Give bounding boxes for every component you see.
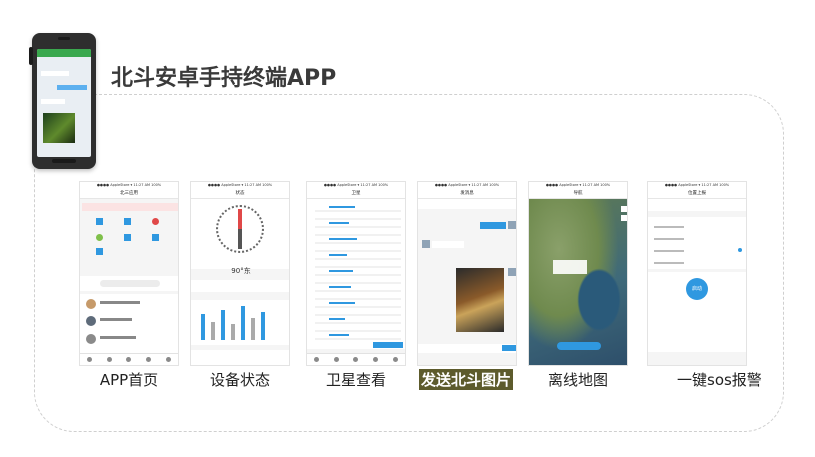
card-header: 状态 bbox=[191, 189, 289, 199]
card-header: 北三应用 bbox=[80, 189, 178, 199]
compass-heading: 90°东 bbox=[231, 267, 251, 275]
caption-satellite-view: 卫星查看 bbox=[325, 371, 386, 389]
card-header: 发消息 bbox=[418, 189, 516, 199]
start-button[interactable]: 启动 bbox=[686, 278, 708, 300]
screenshot-send-image[interactable]: ●●●● AppleStore ▾ 11:27 AM 100% 发消息 bbox=[417, 181, 517, 366]
page-title: 北斗安卓手持终端APP bbox=[111, 66, 337, 91]
device-image bbox=[29, 33, 96, 169]
caption-sos-alarm: 一键sos报警 bbox=[677, 371, 762, 389]
screenshot-sos-alarm[interactable]: ●●●● AppleStore ▾ 11:27 AM 100% 位置上报 启动 bbox=[647, 181, 747, 366]
caption-device-status: 设备状态 bbox=[209, 371, 270, 389]
card-header: 导航 bbox=[529, 189, 627, 199]
card-header: 位置上报 bbox=[648, 189, 746, 199]
caption-app-home: APP首页 bbox=[99, 371, 159, 389]
screenshot-app-home[interactable]: ●●●● AppleStore ▾ 11:27 AM 100% 北三应用 bbox=[79, 181, 179, 366]
card-header: 卫星 bbox=[307, 189, 405, 199]
caption-send-image: 发送北斗图片 bbox=[419, 369, 514, 390]
screenshot-satellite-view[interactable]: ●●●● AppleStore ▾ 11:27 AM 100% 卫星 bbox=[306, 181, 406, 366]
screenshot-offline-map[interactable]: ●●●● AppleStore ▾ 11:27 AM 100% 导航 bbox=[528, 181, 628, 366]
map-area[interactable] bbox=[529, 199, 627, 365]
screenshot-device-status[interactable]: ●●●● AppleStore ▾ 11:27 AM 100% 状态 90°东 bbox=[190, 181, 290, 366]
caption-offline-map: 离线地图 bbox=[547, 371, 608, 389]
